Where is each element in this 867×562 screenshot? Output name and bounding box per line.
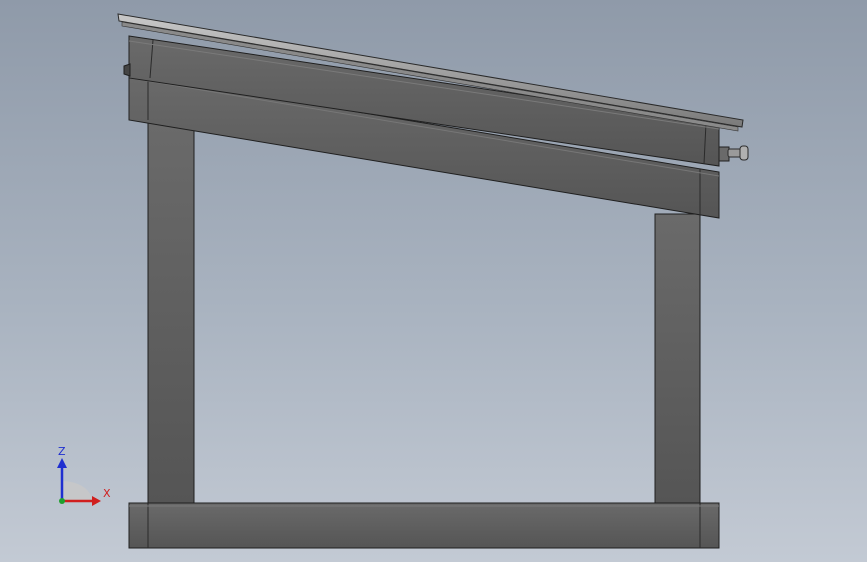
y-axis-dot-icon <box>59 498 65 504</box>
model-drawing[interactable]: Z X <box>0 0 867 562</box>
z-axis-arrow-icon <box>57 458 67 468</box>
z-axis-label: Z <box>58 445 66 458</box>
x-axis-label: X <box>103 487 111 500</box>
left-tab <box>123 63 131 77</box>
left-post <box>147 119 195 504</box>
triad-plane-indicator <box>62 481 92 501</box>
side-knob <box>718 145 749 162</box>
cad-viewport[interactable]: Z X <box>0 0 867 562</box>
x-axis-arrow-icon <box>92 496 101 506</box>
axis-triad: Z X <box>57 445 111 506</box>
bottom-beam <box>128 502 720 549</box>
right-post <box>654 213 701 504</box>
